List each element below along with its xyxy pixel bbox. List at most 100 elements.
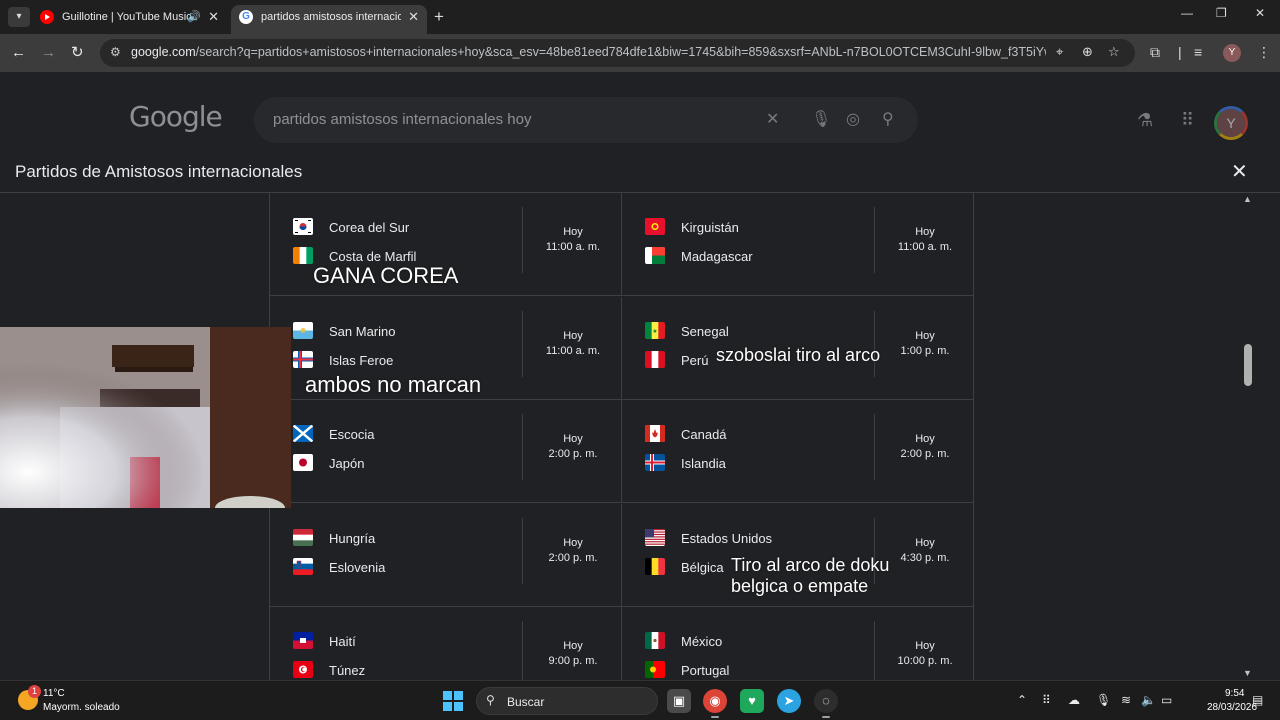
location-pin-icon[interactable]: ⌖ bbox=[1056, 44, 1063, 60]
match-hour: 2:00 p. m. bbox=[900, 448, 950, 460]
forward-icon[interactable]: → bbox=[41, 43, 56, 63]
scroll-up-arrow-icon[interactable]: ▲ bbox=[1243, 194, 1252, 204]
url-path: /search?q=partidos+amistosos+internacion… bbox=[195, 45, 1046, 59]
taskbar-search-box[interactable]: ⚲ Buscar bbox=[476, 687, 658, 715]
extensions-icon[interactable]: ⧉ bbox=[1150, 44, 1160, 61]
close-tab-icon[interactable]: ✕ bbox=[408, 5, 419, 29]
flag-faroe-islands-icon bbox=[293, 350, 313, 368]
flag-scotland-icon bbox=[293, 425, 313, 442]
profile-avatar[interactable]: Y bbox=[1223, 44, 1241, 62]
flag-south-korea-icon bbox=[293, 218, 313, 235]
tab-title: Guillotine | YouTube Music bbox=[62, 11, 192, 23]
tray-grid-icon[interactable]: ⠿ bbox=[1042, 693, 1051, 707]
team-name: Senegal bbox=[681, 323, 729, 339]
flag-mexico-icon bbox=[645, 632, 665, 649]
note-usa-line2: belgica o empate bbox=[731, 576, 869, 596]
match-hour: 11:00 a. m. bbox=[545, 344, 601, 357]
url-text[interactable]: google.com/search?q=partidos+amistosos+i… bbox=[131, 45, 1046, 59]
match-day: Hoy bbox=[563, 433, 583, 445]
app-circle-icon[interactable]: ◌ bbox=[814, 689, 838, 718]
webcam-bedroom-image bbox=[0, 327, 291, 508]
telegram-icon[interactable]: ➤ bbox=[777, 689, 801, 713]
team-name: México bbox=[681, 634, 723, 649]
team-name: Escocia bbox=[329, 427, 375, 442]
match-hour: 1:00 p. m. bbox=[900, 344, 950, 357]
close-icon[interactable]: ✕ bbox=[1231, 159, 1248, 184]
search-query[interactable]: partidos amistosos internacionales hoy bbox=[273, 111, 531, 128]
tab-youtube-music[interactable]: Guillotine | YouTube Music 🔊 ✕ bbox=[32, 5, 227, 34]
match-card[interactable]: Kirguistán Madagascar Hoy 11:00 a. m. bbox=[622, 193, 973, 296]
match-day: Hoy bbox=[915, 433, 935, 445]
match-card[interactable]: Escocia Japón Hoy 2:00 p. m. bbox=[270, 400, 622, 503]
weather-temperature[interactable]: 11°C bbox=[43, 688, 65, 699]
notifications-icon[interactable]: ▤ bbox=[1252, 693, 1263, 707]
volume-icon[interactable]: 🔈 bbox=[1141, 693, 1156, 707]
chrome-icon[interactable]: ◉ bbox=[703, 689, 727, 718]
tab-google-search[interactable]: G partidos amistosos internacionales ✕ bbox=[231, 5, 427, 34]
new-tab-button[interactable]: + bbox=[434, 7, 444, 27]
team-name: Corea del Sur bbox=[329, 220, 410, 235]
match-card[interactable]: Haití Túnez Hoy 9:00 p. m. bbox=[270, 607, 622, 680]
menu-icon[interactable]: ⋮ bbox=[1257, 44, 1271, 61]
google-icon: G bbox=[239, 10, 253, 24]
google-logo[interactable]: Google bbox=[129, 100, 223, 133]
flag-kyrgyzstan-icon bbox=[645, 218, 665, 235]
close-window-icon[interactable]: ✕ bbox=[1255, 6, 1265, 20]
scroll-down-arrow-icon[interactable]: ▼ bbox=[1243, 668, 1252, 678]
weather-badge: 1 bbox=[28, 685, 41, 698]
speaker-icon[interactable]: 🔊 bbox=[187, 5, 201, 29]
address-bar[interactable]: ⚙ google.com/search?q=partidos+amistosos… bbox=[100, 39, 1135, 67]
note-korea: GANA COREA bbox=[313, 263, 459, 288]
zoom-icon[interactable]: ⊕ bbox=[1082, 44, 1093, 60]
team-name: Canadá bbox=[681, 427, 727, 442]
note-senegal: szoboslai tiro al arco bbox=[716, 345, 881, 365]
reload-icon[interactable]: ↻ bbox=[71, 43, 84, 63]
clear-icon[interactable]: ✕ bbox=[766, 109, 779, 129]
flag-hungary-icon bbox=[293, 528, 313, 546]
match-day: Hoy bbox=[563, 536, 583, 549]
labs-flask-icon[interactable]: ⚗ bbox=[1137, 110, 1153, 131]
apps-grid-icon[interactable]: ⠿ bbox=[1181, 110, 1194, 131]
close-tab-icon[interactable]: ✕ bbox=[208, 5, 219, 29]
team-name: Eslovenia bbox=[329, 559, 386, 575]
match-time: Hoy 11:00 a. m. bbox=[522, 310, 622, 377]
site-info-icon[interactable]: ⚙ bbox=[110, 45, 121, 59]
app-heart-icon[interactable]: ♥ bbox=[740, 689, 764, 713]
bookmark-star-icon[interactable]: ☆ bbox=[1108, 44, 1120, 60]
clock-date[interactable]: 28/03/2026 bbox=[1207, 702, 1257, 713]
google-account-avatar[interactable]: Y bbox=[1214, 106, 1248, 140]
back-icon[interactable]: ← bbox=[11, 43, 26, 63]
media-controls-icon[interactable]: ≡ bbox=[1194, 44, 1202, 60]
flag-portugal-icon bbox=[645, 661, 665, 678]
tab-title: partidos amistosos internacionales bbox=[261, 11, 401, 23]
search-icon[interactable]: ⚲ bbox=[882, 109, 894, 129]
match-card[interactable]: Canadá Islandia Hoy 2:00 p. m. bbox=[622, 400, 973, 503]
team-name: Kirguistán bbox=[681, 220, 739, 235]
clock-time[interactable]: 9:54 bbox=[1225, 688, 1244, 699]
match-time: Hoy 2:00 p. m. bbox=[522, 517, 622, 584]
match-day: Hoy bbox=[563, 640, 583, 652]
microphone-icon[interactable]: 🎙 bbox=[1096, 693, 1111, 707]
youtube-music-icon bbox=[40, 10, 54, 24]
onedrive-cloud-icon[interactable]: ☁ bbox=[1068, 693, 1080, 707]
task-view-icon[interactable]: ▣ bbox=[667, 689, 691, 713]
weather-description[interactable]: Mayorm. soleado bbox=[43, 702, 120, 713]
minimize-icon[interactable]: — bbox=[1181, 6, 1193, 20]
wifi-icon[interactable]: ≋ bbox=[1121, 693, 1131, 707]
search-box[interactable]: partidos amistosos internacionales hoy ✕… bbox=[254, 97, 918, 143]
windows-start-icon[interactable] bbox=[443, 691, 463, 711]
restore-icon[interactable]: ❐ bbox=[1216, 6, 1227, 20]
match-card[interactable]: Hungría Eslovenia Hoy 2:00 p. m. bbox=[270, 503, 622, 607]
scrollbar-thumb[interactable] bbox=[1244, 344, 1252, 386]
match-hour: 11:00 a. m. bbox=[545, 241, 601, 253]
camera-icon[interactable]: ◎ bbox=[846, 109, 860, 129]
tab-search-button[interactable]: ▾ bbox=[8, 7, 30, 27]
team-name: Hungría bbox=[329, 530, 376, 546]
url-host: google.com bbox=[131, 45, 196, 59]
chevron-up-icon[interactable]: ⌃ bbox=[1017, 693, 1027, 707]
match-card[interactable]: México Portugal Hoy 10:00 p. m. bbox=[622, 607, 973, 680]
flag-haiti-icon bbox=[293, 632, 313, 649]
divider: | bbox=[1178, 44, 1182, 60]
battery-icon[interactable]: ▭ bbox=[1161, 693, 1172, 707]
microphone-icon[interactable]: 🎙 bbox=[811, 109, 831, 129]
